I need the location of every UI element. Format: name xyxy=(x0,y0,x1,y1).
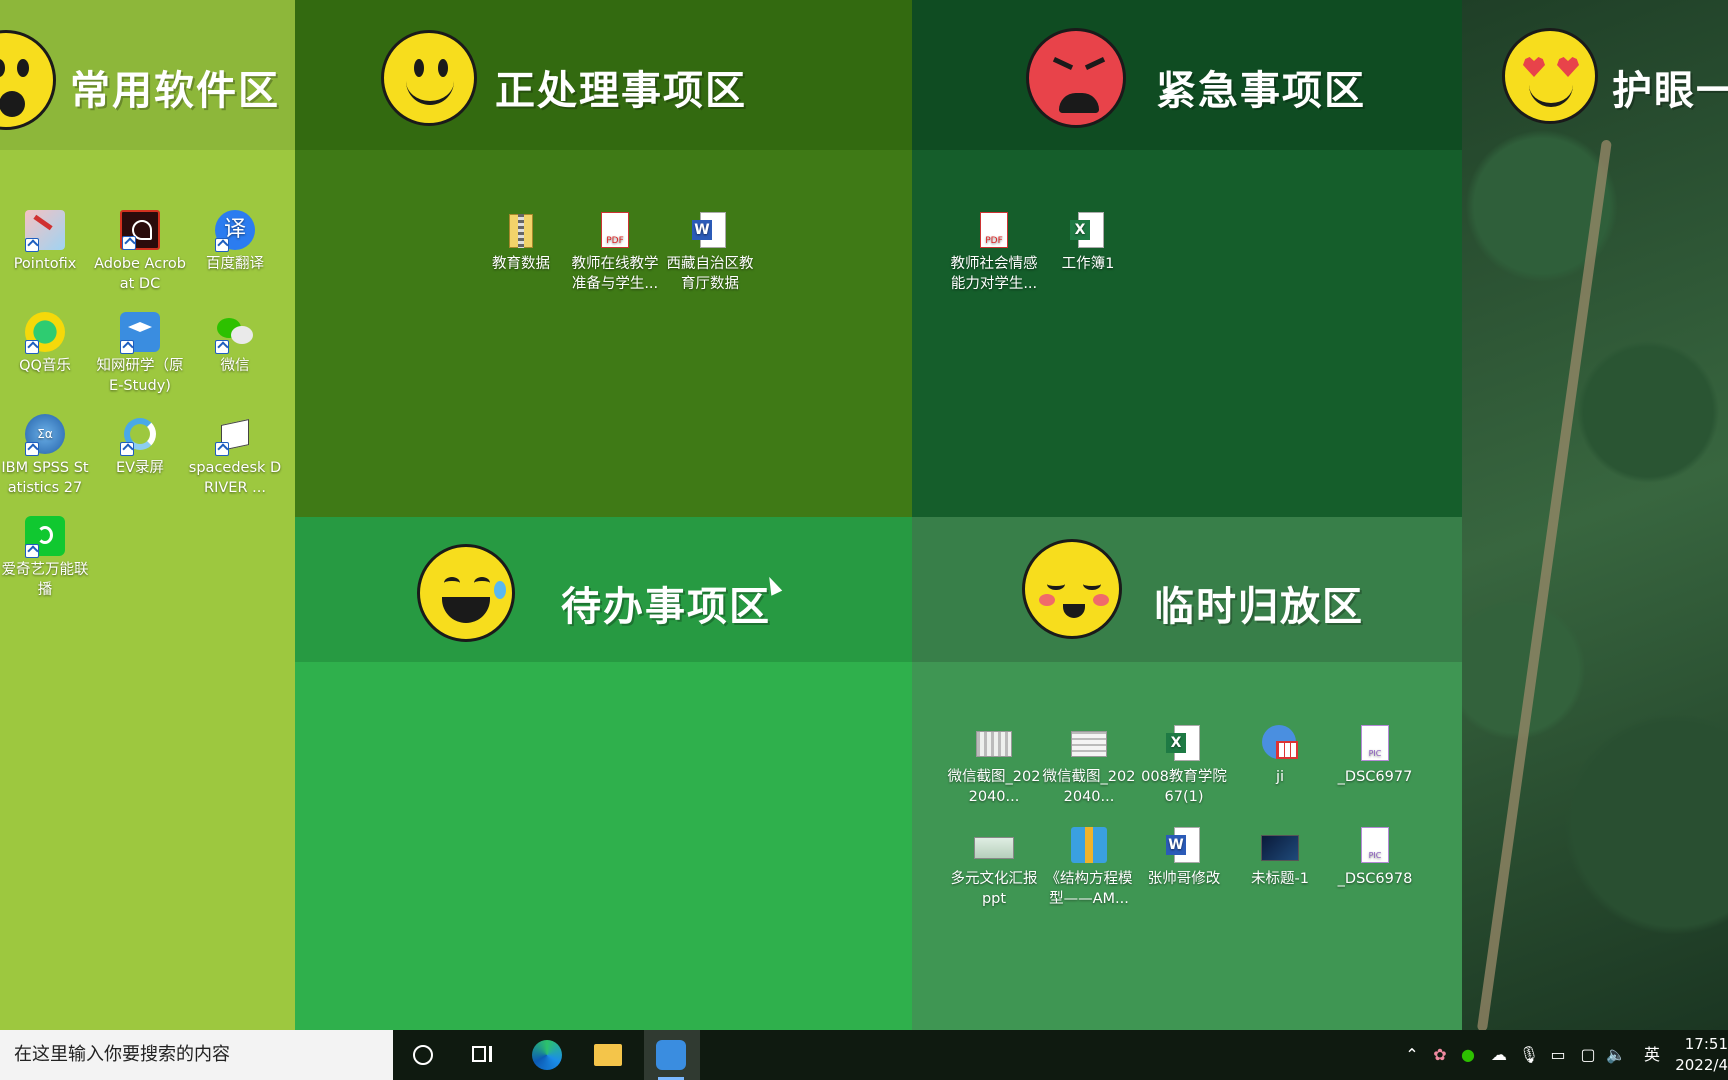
word-icon: W xyxy=(1164,825,1204,865)
cortana-circle-icon xyxy=(413,1045,433,1065)
zone-processing-title: 正处理事项区 xyxy=(495,68,747,114)
desktop-icon-multicultural-ppt[interactable]: 多元文化汇报ppt xyxy=(947,825,1041,909)
desktop-icon-workbook1[interactable]: X 工作簿1 xyxy=(1041,210,1135,274)
tray-network-icon[interactable]: ▢ xyxy=(1576,1030,1600,1080)
excel-icon: X xyxy=(1164,723,1204,763)
heart-eyes-face-icon xyxy=(1502,28,1598,124)
acrobat-icon xyxy=(120,210,160,250)
tray-battery-icon[interactable]: ▭ xyxy=(1546,1030,1570,1080)
wechat-icon xyxy=(215,312,255,354)
spreadsheet-app-icon xyxy=(1260,723,1300,763)
tray-wechat-icon[interactable]: ● xyxy=(1456,1030,1480,1080)
desktop-icon-tibet-data-doc[interactable]: W 西藏自治区教育厅数据 xyxy=(663,210,757,294)
zone-processing: 正处理事项区 教育数据 PDF 教师在线教学准备与学生... W 西藏自治区教育… xyxy=(295,0,912,517)
zone-eyecare-title: 护眼一 xyxy=(1612,68,1728,114)
edge-icon xyxy=(532,1040,562,1070)
smiling-face-icon xyxy=(381,30,477,126)
desktop-icon-teacher-online-pdf[interactable]: PDF 教师在线教学准备与学生... xyxy=(568,210,662,294)
zone-todo: 待办事项区 xyxy=(295,517,912,1030)
zone-urgent-title: 紧急事项区 xyxy=(1156,68,1366,114)
cnki-taskbar-button[interactable] xyxy=(644,1030,700,1080)
desktop-icon-education-data[interactable]: 教育数据 xyxy=(474,210,568,274)
folder-icon xyxy=(594,1044,622,1066)
baidu-translate-icon: 译 xyxy=(215,210,255,252)
zone-temp: 临时归放区 微信截图_2022040... 微信截图_2022040... X … xyxy=(912,517,1462,1030)
angry-face-icon xyxy=(1026,28,1126,128)
taskbar: 在这里输入你要搜索的内容 ⌃ ✿ ● ☁ 🎙 ▭ ▢ 🔈 英 17:51 202… xyxy=(0,1030,1728,1080)
clock-date: 2022/4 xyxy=(1675,1056,1728,1074)
qq-music-icon xyxy=(25,312,65,354)
desktop-icon-iqiyi[interactable]: 爱奇艺万能联播 xyxy=(0,516,92,600)
image-thumb-icon xyxy=(1260,825,1300,865)
file-explorer-button[interactable] xyxy=(582,1030,638,1080)
tray-volume-icon[interactable]: 🔈 xyxy=(1604,1030,1628,1080)
excel-icon: X xyxy=(1068,210,1108,250)
pdf-icon: PDF xyxy=(974,210,1014,250)
spacedesk-icon xyxy=(215,414,255,456)
ev-recorder-icon xyxy=(120,414,160,456)
content-face-icon xyxy=(1022,539,1122,639)
pdf-icon: PDF xyxy=(595,210,635,250)
desktop-icon-dsc6978[interactable]: PIC _DSC6978 xyxy=(1328,825,1422,889)
folder-zip-icon xyxy=(501,210,541,250)
word-icon: W xyxy=(690,210,730,250)
spss-icon: Σα xyxy=(25,414,65,456)
zone-todo-title: 待办事项区 xyxy=(561,584,771,630)
desktop-icon-wechat[interactable]: 微信 xyxy=(188,312,282,376)
desktop-icon-baidu-translate[interactable]: 译 百度翻译 xyxy=(188,210,282,274)
pic-icon: PIC xyxy=(1355,723,1395,763)
tray-microphone-icon[interactable]: 🎙 xyxy=(1518,1030,1540,1080)
desktop-icon-spss[interactable]: Σα IBM SPSS Statistics 27 xyxy=(0,414,92,498)
wallpaper-forest: 护眼一 xyxy=(1462,0,1728,1030)
screenshot-icon xyxy=(1069,723,1109,763)
desktop-icon-zhang-edit-doc[interactable]: W 张帅哥修改 xyxy=(1137,825,1231,889)
screenshot-icon xyxy=(974,723,1014,763)
task-view-icon xyxy=(472,1046,486,1062)
desktop-icon-cnki[interactable]: 知网研学（原E-Study) xyxy=(93,312,187,396)
pointofix-icon xyxy=(25,210,65,252)
desktop-icon-qq-music[interactable]: QQ音乐 xyxy=(0,312,92,376)
desktop-icon-ev-recorder[interactable]: EV录屏 xyxy=(93,414,187,478)
zone-temp-title: 临时归放区 xyxy=(1154,584,1364,630)
clock-time: 17:51 xyxy=(1684,1035,1728,1053)
taskbar-search-input[interactable]: 在这里输入你要搜索的内容 xyxy=(0,1030,393,1080)
task-view-button[interactable] xyxy=(456,1030,512,1080)
zone-urgent: 紧急事项区 PDF 教师社会情感能力对学生... X 工作簿1 xyxy=(912,0,1462,517)
zip-icon xyxy=(1069,825,1109,865)
clock[interactable]: 17:51 2022/4 xyxy=(1672,1034,1728,1076)
desktop-icon-spacedesk[interactable]: spacedesk DRIVER ... xyxy=(188,414,282,498)
desktop-icon-teacher-social-pdf[interactable]: PDF 教师社会情感能力对学生... xyxy=(947,210,1041,294)
tray-overflow-chevron-icon[interactable]: ⌃ xyxy=(1400,1030,1424,1080)
cortana-button[interactable] xyxy=(395,1030,451,1080)
desktop-icon-ji[interactable]: ji xyxy=(1233,723,1327,787)
ime-indicator[interactable]: 英 xyxy=(1640,1030,1664,1080)
desktop-icon-untitled-1[interactable]: 未标题-1 xyxy=(1233,825,1327,889)
desktop-icon-pointofix[interactable]: Pointofix xyxy=(0,210,92,274)
desktop-icon-008-excel[interactable]: X 008教育学院67(1) xyxy=(1137,723,1231,807)
desktop-icon-wechat-screenshot-1[interactable]: 微信截图_2022040... xyxy=(947,723,1041,807)
iqiyi-icon xyxy=(25,516,65,558)
edge-browser-button[interactable] xyxy=(520,1030,576,1080)
tray-cloud-icon[interactable]: ☁ xyxy=(1486,1030,1512,1080)
pic-icon: PIC xyxy=(1355,825,1395,865)
zone-software-title: 常用软件区 xyxy=(70,68,280,114)
desktop-icon-sem-zip[interactable]: 《结构方程模型——AM... xyxy=(1042,825,1136,909)
cnki-icon xyxy=(120,312,160,354)
cnki-icon xyxy=(656,1040,686,1070)
tray-flower-icon[interactable]: ✿ xyxy=(1428,1030,1452,1080)
desktop-icon-adobe-acrobat[interactable]: Adobe Acrobat DC xyxy=(93,210,187,294)
laughing-sweat-face-icon xyxy=(417,544,515,642)
forest-road xyxy=(1476,139,1612,1030)
desktop-icon-wechat-screenshot-2[interactable]: 微信截图_2022040... xyxy=(1042,723,1136,807)
ppt-thumb-icon xyxy=(974,825,1014,865)
zone-software: 常用软件区 Pointofix Adobe Acrobat DC 译 百度翻译 … xyxy=(0,0,295,1030)
desktop-icon-dsc6977[interactable]: PIC _DSC6977 xyxy=(1328,723,1422,787)
